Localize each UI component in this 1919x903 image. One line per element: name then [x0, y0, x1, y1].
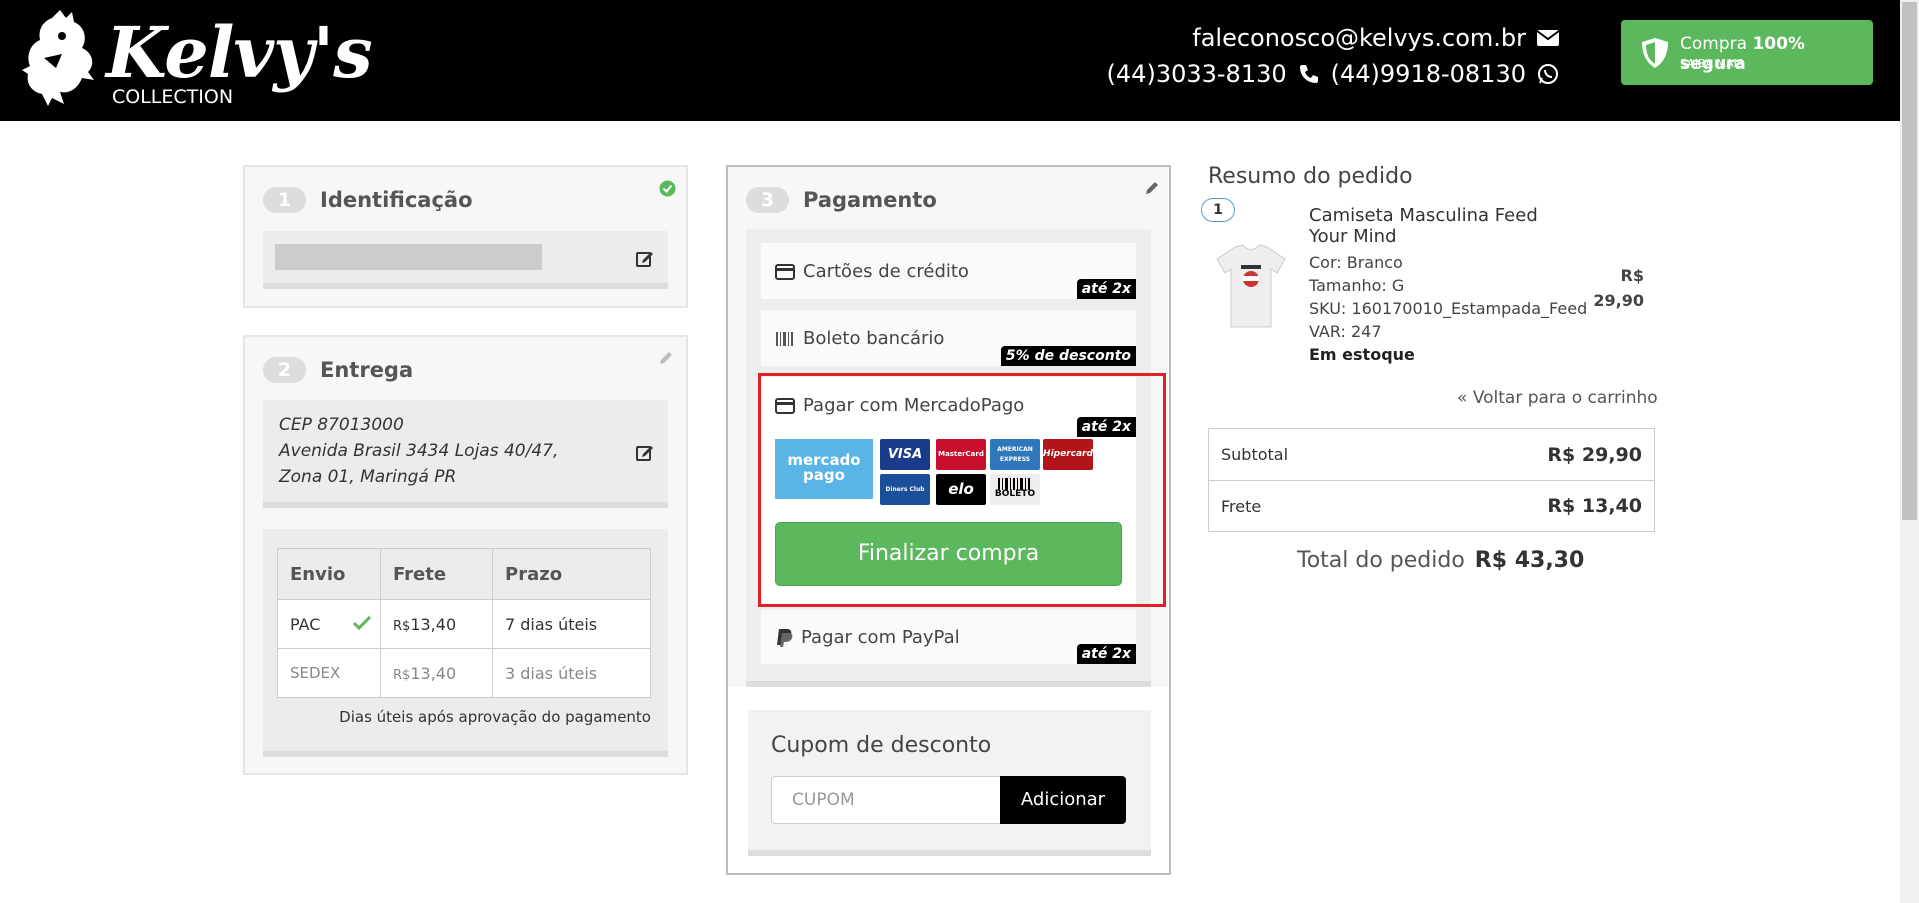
- payment-option-paypal[interactable]: Pagar com PayPal até 2x: [761, 610, 1136, 668]
- identification-redacted: [275, 244, 542, 270]
- secure-purchase-button[interactable]: Compra 100% segura SAIBA MAIS: [1621, 20, 1873, 85]
- summary-title: Resumo do pedido: [1208, 164, 1413, 189]
- product-sku: SKU: 160170010_Estampada_Feed: [1309, 299, 1588, 318]
- payment-option-label: Cartões de crédito: [803, 261, 969, 282]
- coupon-title: Cupom de desconto: [771, 733, 992, 758]
- lion-logo-icon: [22, 10, 94, 106]
- shipping-table: Envio Frete Prazo PAC R$13,40 7 dias úte…: [277, 548, 651, 698]
- shield-icon: [1642, 38, 1668, 68]
- shipping-option-sedex[interactable]: SEDEX R$13,40 3 dias úteis: [277, 648, 651, 698]
- step-number: 1: [263, 187, 306, 213]
- prazo-cell: 3 dias úteis: [492, 648, 651, 698]
- product-color: Cor: Branco: [1309, 253, 1403, 272]
- shipping-row: Frete R$ 13,40: [1209, 480, 1654, 531]
- prazo-cell: 7 dias úteis: [492, 599, 651, 649]
- payment-title: Pagamento: [803, 188, 937, 212]
- check-circle-icon: [659, 180, 676, 197]
- barcode-icon: [776, 331, 793, 346]
- address-box: CEP 87013000 Avenida Brasil 3434 Lojas 4…: [263, 400, 668, 508]
- shipping-table-wrap: Envio Frete Prazo PAC R$13,40 7 dias úte…: [277, 548, 651, 726]
- product-size: Tamanho: G: [1309, 276, 1405, 295]
- check-icon: [353, 616, 371, 630]
- product-stock: Em estoque: [1309, 345, 1415, 364]
- logo-script-text: Kelvy's: [106, 11, 373, 94]
- edit-icon[interactable]: [635, 249, 654, 268]
- frete-cell: R$13,40: [380, 648, 493, 698]
- checkout-page: Kelvy's COLLECTION faleconosco@kelvys.co…: [0, 0, 1919, 903]
- logo-subtitle: COLLECTION: [112, 86, 234, 108]
- identification-header: 1 Identificação: [263, 187, 473, 213]
- product-image[interactable]: [1213, 243, 1289, 329]
- frete-cell: R$13,40: [380, 599, 493, 649]
- scrollbar-thumb[interactable]: [1902, 2, 1917, 520]
- contact-whatsapp[interactable]: (44)9918-08130: [1331, 56, 1526, 92]
- shipping-box: Envio Frete Prazo PAC R$13,40 7 dias úte…: [263, 529, 668, 757]
- credit-card-icon: [775, 263, 795, 280]
- add-coupon-button[interactable]: Adicionar: [1000, 776, 1126, 824]
- product-price: R$ 29,90: [1593, 266, 1644, 310]
- coupon-input[interactable]: CUPOM: [771, 776, 1001, 824]
- highlight-box: [758, 373, 1166, 607]
- payment-option-label: Boleto bancário: [803, 328, 945, 349]
- contact-email[interactable]: faleconosco@kelvys.com.br: [1192, 20, 1526, 56]
- paypal-icon: [777, 628, 793, 647]
- delivery-header: 2 Entrega: [263, 357, 413, 383]
- double-chevron-left-icon: «: [1457, 388, 1468, 408]
- col-prazo: Prazo: [492, 548, 651, 600]
- contact-phone[interactable]: (44)3033-8130: [1107, 56, 1287, 92]
- contact-info: faleconosco@kelvys.com.br (44)3033-8130 …: [1107, 20, 1560, 92]
- installments-badge: até 2x: [1076, 644, 1136, 664]
- secure-learn-more: SAIBA MAIS: [1680, 57, 1744, 70]
- quantity-badge: 1: [1201, 198, 1235, 222]
- edit-icon[interactable]: [635, 443, 654, 462]
- delivery-title: Entrega: [320, 358, 414, 382]
- payment-header: 3 Pagamento: [746, 187, 937, 213]
- shipping-note: Dias úteis após aprovação do pagamento: [339, 708, 651, 726]
- back-to-cart-link[interactable]: « Voltar para o carrinho: [1457, 388, 1658, 408]
- subtotal-row: Subtotal R$ 29,90: [1221, 443, 1642, 466]
- address-text: CEP 87013000 Avenida Brasil 3434 Lojas 4…: [279, 415, 559, 487]
- identification-title: Identificação: [320, 188, 473, 212]
- envio-cell: PAC: [277, 599, 381, 649]
- installments-badge: até 2x: [1076, 279, 1136, 299]
- product-var: VAR: 247: [1309, 322, 1382, 341]
- envelope-icon: [1536, 30, 1560, 46]
- pencil-icon[interactable]: [1144, 180, 1160, 196]
- payment-option-label: Pagar com PayPal: [801, 627, 960, 648]
- order-total: Total do pedido R$ 43,30: [1297, 548, 1585, 573]
- identification-panel: 1 Identificação: [243, 165, 688, 308]
- product-name[interactable]: Camiseta Masculina Feed Your Mind: [1309, 205, 1559, 247]
- payment-option-boleto[interactable]: Boleto bancário 5% de desconto: [761, 310, 1136, 370]
- shipping-option-pac[interactable]: PAC R$13,40 7 dias úteis: [277, 599, 651, 649]
- envio-cell: SEDEX: [277, 648, 381, 698]
- col-frete: Frete: [380, 548, 493, 600]
- identification-box: [263, 231, 668, 289]
- discount-badge: 5% de desconto: [1000, 346, 1136, 366]
- kelvys-logo[interactable]: Kelvy's COLLECTION: [22, 8, 373, 112]
- totals-table: Subtotal R$ 29,90 Frete R$ 13,40: [1208, 428, 1655, 532]
- step-number: 3: [746, 187, 789, 213]
- payment-option-credit-card[interactable]: Cartões de crédito até 2x: [761, 243, 1136, 303]
- whatsapp-icon: [1538, 64, 1558, 84]
- phone-icon: [1299, 65, 1318, 83]
- page-scrollbar[interactable]: [1900, 0, 1919, 903]
- delivery-panel: 2 Entrega CEP 87013000 Avenida Brasil 34…: [243, 335, 688, 775]
- site-header: Kelvy's COLLECTION faleconosco@kelvys.co…: [0, 0, 1900, 121]
- pencil-icon[interactable]: [658, 350, 674, 366]
- step-number: 2: [263, 357, 306, 383]
- col-envio: Envio: [277, 548, 381, 600]
